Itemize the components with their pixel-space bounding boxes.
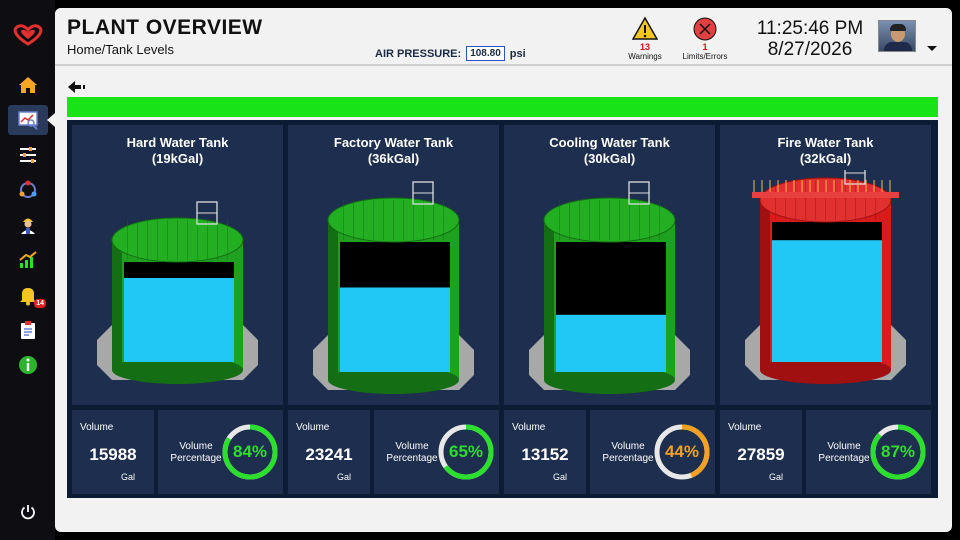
- sidebar-item-alarms[interactable]: 14: [8, 280, 48, 310]
- volume-label: Volume: [728, 422, 762, 433]
- warning-icon: [632, 16, 658, 40]
- percentage-value: 44%: [664, 442, 700, 461]
- errors-label: Limits/Errors: [682, 52, 728, 61]
- error-icon: [693, 17, 717, 41]
- sidebar-item-info[interactable]: [8, 350, 48, 380]
- volume-value: 27859: [737, 445, 785, 464]
- tank-illustration: [529, 181, 690, 394]
- volume-label: Volume: [296, 422, 330, 433]
- volume-unit: Gal: [336, 472, 351, 482]
- tank-illustration: [745, 170, 906, 384]
- percentage-value: 84%: [232, 442, 268, 461]
- breadcrumb[interactable]: Home/Tank Levels: [67, 42, 174, 57]
- worker-icon: [21, 218, 35, 234]
- tank-illustration: [313, 181, 474, 394]
- tank-water: [772, 240, 882, 362]
- air-pressure-value: 108.80: [466, 46, 505, 61]
- tank-card-factory-water[interactable]: Factory Water Tank (36kGal): [288, 125, 499, 405]
- tank-water: [124, 278, 234, 362]
- tank-shell-shadow: [112, 240, 122, 370]
- page-title: PLANT OVERVIEW: [67, 16, 263, 39]
- sidebar-item-tank-levels[interactable]: [8, 105, 48, 135]
- percentage-label: Volume Percentage: [602, 441, 654, 464]
- tank-shell-shadow: [760, 200, 770, 370]
- warnings-count: 13: [639, 42, 650, 52]
- sidebar: 14: [0, 0, 55, 540]
- cycle-icon: [19, 180, 37, 198]
- monitor-chart-icon: [18, 111, 38, 130]
- tank-card-fire-water[interactable]: Fire Water Tank (32kGal): [720, 125, 931, 405]
- tank-card-hard-water[interactable]: Hard Water Tank (19kGal): [72, 125, 283, 405]
- hmi-screen: 14 PLANT OVERVIEW Home/Tank Levels AIR P…: [0, 0, 960, 540]
- user-menu-chevron-down-icon[interactable]: [927, 46, 937, 51]
- sidebar-item-reports[interactable]: [8, 315, 48, 345]
- tank-capacity: (19kGal): [151, 151, 204, 166]
- volume-unit: Gal: [768, 472, 783, 482]
- tank-walkway: [752, 192, 899, 198]
- sidebar-item-process[interactable]: [8, 175, 48, 205]
- percentage-label: Volume Percentage: [818, 441, 870, 464]
- trend-chart-icon: [19, 251, 37, 268]
- percentage-label: Volume Percentage: [386, 441, 438, 464]
- sidebar-item-workers[interactable]: [8, 210, 48, 240]
- back-arrow-icon[interactable]: [67, 80, 87, 94]
- air-pressure-readout: AIR PRESSURE: 108.80 psi: [375, 46, 526, 61]
- info-icon: [19, 356, 37, 374]
- volume-value: 13152: [521, 445, 569, 464]
- tank-shell-shadow: [328, 220, 338, 380]
- percentage-card: Volume Percentage 65%: [374, 410, 499, 494]
- percentage-label: Volume Percentage: [170, 441, 222, 464]
- tank-capacity: (32kGal): [799, 151, 852, 166]
- percentage-card: Volume Percentage 44%: [590, 410, 715, 494]
- volume-label: Volume: [80, 422, 114, 433]
- sidebar-item-settings[interactable]: [8, 140, 48, 170]
- volume-value: 23241: [305, 445, 353, 464]
- tank-water: [340, 287, 450, 372]
- air-pressure-label: AIR PRESSURE:: [375, 47, 462, 60]
- warnings-label: Warnings: [628, 52, 662, 61]
- tank-name: Hard Water Tank: [126, 135, 229, 150]
- volume-card: Volume 27859 Gal: [720, 410, 802, 494]
- volume-card: Volume 15988 Gal: [72, 410, 154, 494]
- percentage-value: 65%: [448, 442, 484, 461]
- volume-card: Volume 13152 Gal: [504, 410, 586, 494]
- air-pressure-unit: psi: [509, 47, 526, 60]
- warnings-indicator[interactable]: 13 Warnings: [615, 16, 675, 62]
- percentage-card: Volume Percentage 87%: [806, 410, 931, 494]
- tank-illustration: [97, 201, 258, 384]
- sidebar-item-trends[interactable]: [8, 245, 48, 275]
- errors-indicator[interactable]: 1 Limits/Errors: [675, 16, 735, 62]
- tank-capacity: (36kGal): [367, 151, 420, 166]
- power-icon[interactable]: [19, 503, 37, 521]
- clock-time: 11:25:46 PM: [756, 18, 864, 39]
- volume-card: Volume 23241 Gal: [288, 410, 370, 494]
- active-indicator: [47, 113, 55, 127]
- tank-water: [556, 314, 666, 372]
- errors-count: 1: [702, 42, 708, 52]
- tank-capacity: (30kGal): [583, 151, 636, 166]
- clipboard-icon: [21, 321, 35, 339]
- user-avatar[interactable]: [878, 20, 916, 52]
- percentage-card: Volume Percentage 84%: [158, 410, 283, 494]
- status-bar: [67, 97, 938, 117]
- volume-value: 15988: [89, 445, 137, 464]
- tank-name: Factory Water Tank: [333, 135, 454, 150]
- volume-unit: Gal: [552, 472, 567, 482]
- tank-name: Cooling Water Tank: [549, 135, 670, 150]
- clock-date: 8/27/2026: [767, 39, 853, 60]
- brand-logo: [13, 24, 43, 46]
- alarm-badge: 14: [34, 299, 46, 308]
- home-icon: [19, 77, 37, 93]
- percentage-value: 87%: [880, 442, 916, 461]
- tank-name: Fire Water Tank: [777, 135, 874, 150]
- main-panel: PLANT OVERVIEW Home/Tank Levels AIR PRES…: [55, 8, 952, 532]
- sliders-icon: [20, 147, 36, 163]
- tank-levels-area: Hard Water Tank (19kGal) Factory Water T…: [67, 120, 938, 498]
- volume-unit: Gal: [120, 472, 135, 482]
- tank-card-cooling-water[interactable]: Cooling Water Tank (30kGal): [504, 125, 715, 405]
- volume-label: Volume: [512, 422, 546, 433]
- tank-shell-shadow: [544, 220, 554, 380]
- header: PLANT OVERVIEW Home/Tank Levels AIR PRES…: [55, 8, 952, 66]
- sidebar-item-home[interactable]: [8, 70, 48, 100]
